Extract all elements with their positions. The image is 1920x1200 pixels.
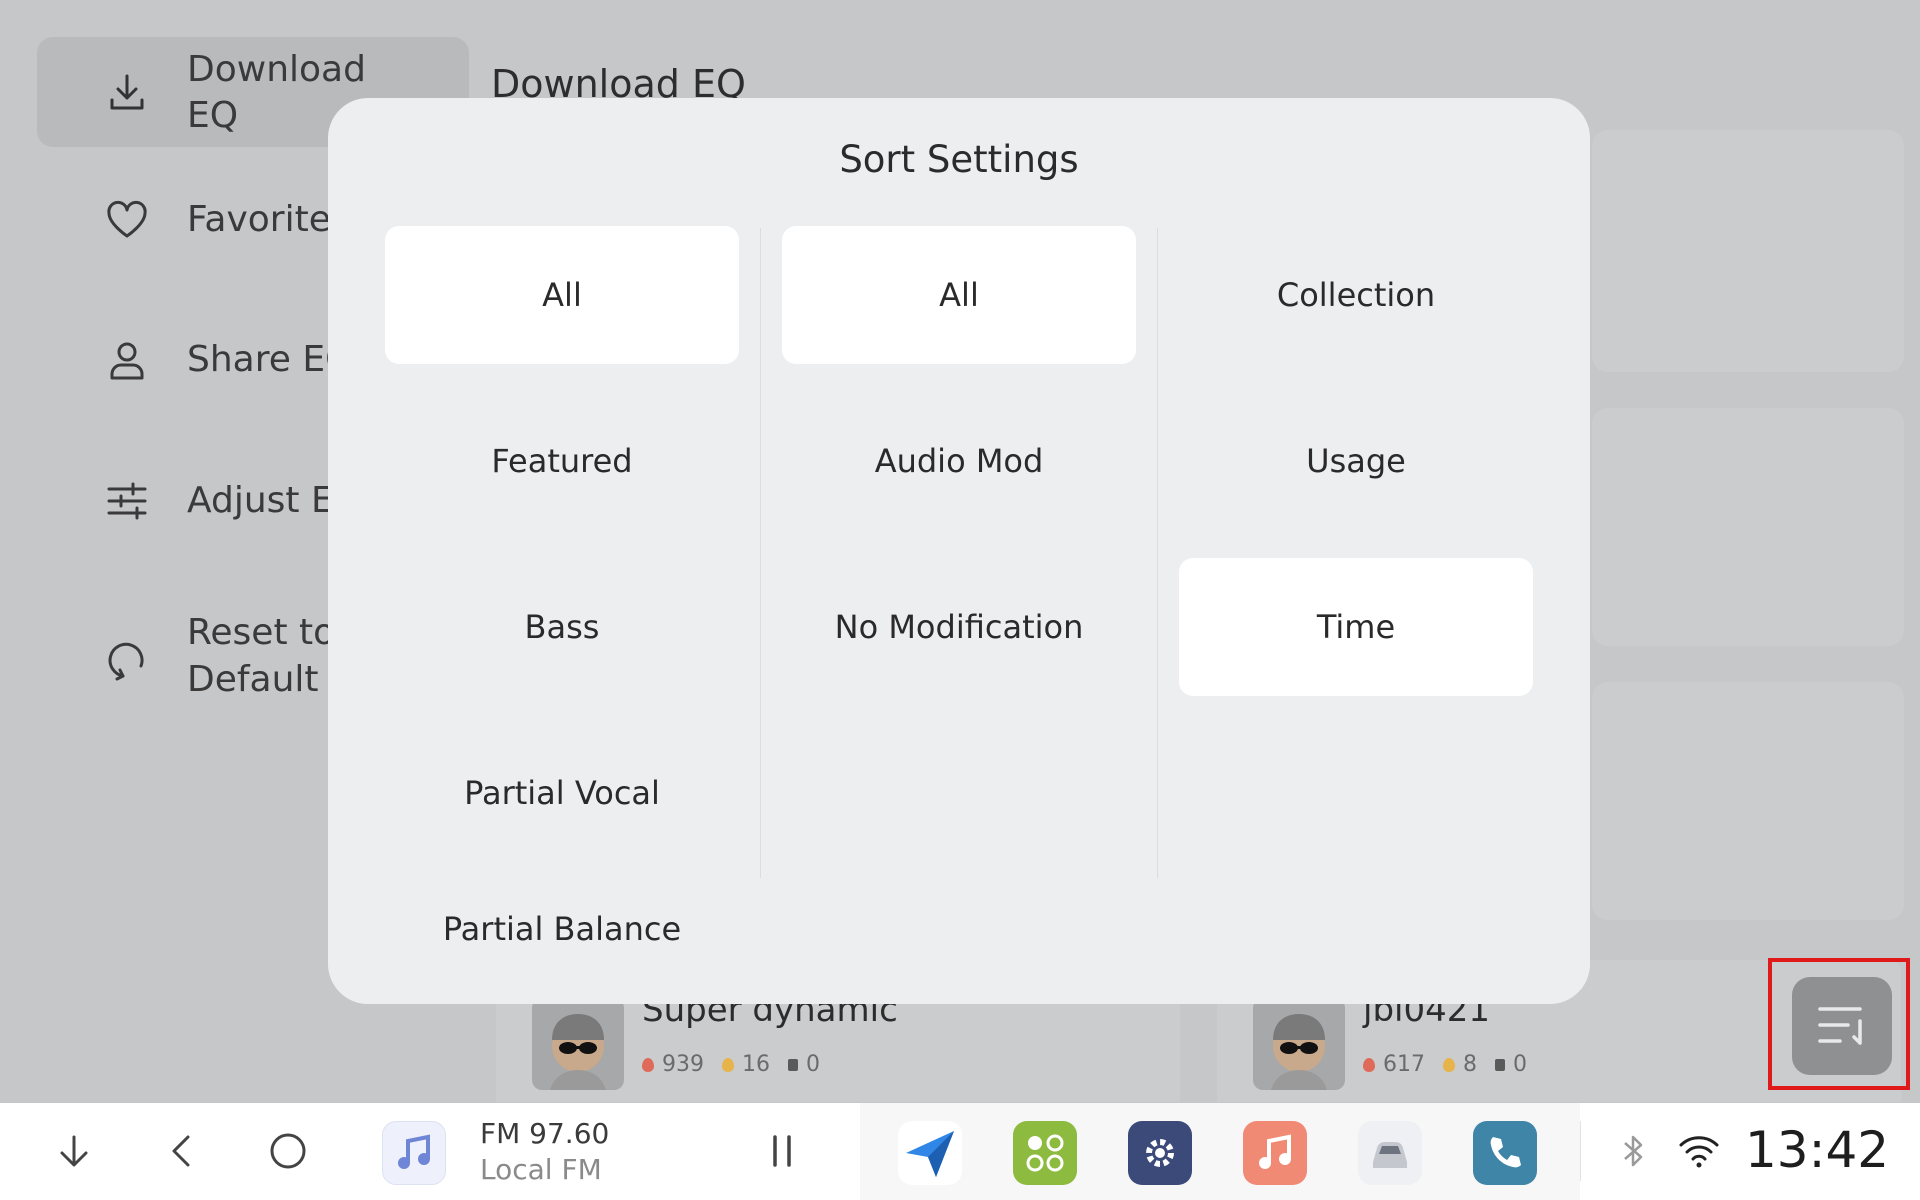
eq-list-card[interactable] bbox=[1592, 130, 1904, 372]
eq-list-card[interactable] bbox=[1592, 408, 1904, 646]
music-app-button[interactable] bbox=[1243, 1121, 1307, 1185]
home-icon bbox=[270, 1133, 306, 1169]
thumbs-down-icon bbox=[788, 1058, 798, 1071]
wifi-status[interactable] bbox=[1673, 1125, 1725, 1177]
sort-settings-dialog: Sort Settings All Featured Bass Partial … bbox=[328, 98, 1590, 1004]
highlight-box bbox=[1768, 958, 1910, 1090]
car-icon bbox=[1373, 1142, 1407, 1168]
user-icon bbox=[110, 342, 144, 380]
dislike-count: 0 bbox=[806, 1052, 820, 1077]
eq-list-card[interactable] bbox=[1592, 682, 1904, 920]
collapse-button[interactable] bbox=[48, 1125, 100, 1177]
eq-stats: 939 16 0 bbox=[642, 1052, 820, 1077]
home-button[interactable] bbox=[262, 1125, 314, 1177]
pause-icon bbox=[773, 1135, 791, 1167]
settings-app-button[interactable] bbox=[1128, 1121, 1192, 1185]
sort-option-bass[interactable]: Bass bbox=[385, 558, 739, 696]
back-icon bbox=[172, 1135, 190, 1167]
thumbs-down-icon bbox=[1495, 1058, 1505, 1071]
bluetooth-status[interactable] bbox=[1608, 1125, 1660, 1177]
taskbar: FM 97.60 Local FM 13:42 bbox=[0, 1103, 1920, 1200]
radio-station-name: Local FM bbox=[480, 1153, 602, 1186]
sidebar-item-label: Reset to Default bbox=[187, 612, 336, 700]
sort-option-all-modification[interactable]: All bbox=[782, 226, 1136, 364]
settings-icon bbox=[1146, 1139, 1174, 1167]
wifi-icon bbox=[1679, 1136, 1719, 1168]
dislike-count: 0 bbox=[1513, 1052, 1527, 1077]
music-note-icon bbox=[398, 1134, 430, 1169]
taskbar-separator bbox=[1580, 1121, 1581, 1181]
bluetooth-icon bbox=[1624, 1135, 1643, 1167]
sort-option-time[interactable]: Time bbox=[1179, 558, 1533, 696]
phone-app-button[interactable] bbox=[1473, 1121, 1537, 1185]
like-count: 8 bbox=[1463, 1052, 1477, 1077]
radio-frequency: FM 97.60 bbox=[480, 1117, 610, 1150]
clock: 13:42 bbox=[1745, 1121, 1890, 1179]
vehicle-app-button[interactable] bbox=[1358, 1121, 1422, 1185]
apps-grid-button[interactable] bbox=[1013, 1121, 1077, 1185]
sliders-icon bbox=[107, 482, 147, 520]
radio-app-button[interactable] bbox=[382, 1121, 446, 1185]
sort-option-collection[interactable]: Collection bbox=[1179, 226, 1533, 364]
hot-count: 617 bbox=[1383, 1052, 1425, 1077]
sort-option-partial-vocal[interactable]: Partial Vocal bbox=[385, 724, 739, 862]
fire-icon bbox=[1363, 1057, 1375, 1072]
chevron-down-icon bbox=[60, 1135, 88, 1167]
eq-stats: 617 8 0 bbox=[1363, 1052, 1527, 1077]
sort-option-audio-mod[interactable]: Audio Mod bbox=[782, 392, 1136, 530]
sort-option-all-category[interactable]: All bbox=[385, 226, 739, 364]
apps-grid-icon bbox=[1026, 1134, 1064, 1172]
sort-option-no-modification[interactable]: No Modification bbox=[782, 558, 1136, 696]
avatar bbox=[1253, 998, 1345, 1090]
avatar bbox=[532, 998, 624, 1090]
navigation-app-button[interactable] bbox=[898, 1121, 962, 1185]
sort-option-usage[interactable]: Usage bbox=[1179, 392, 1533, 530]
reset-icon bbox=[108, 642, 144, 681]
phone-icon bbox=[1490, 1137, 1521, 1168]
sort-option-featured[interactable]: Featured bbox=[385, 392, 739, 530]
music-icon bbox=[1259, 1134, 1291, 1169]
dialog-title: Sort Settings bbox=[839, 138, 1079, 181]
heart-small-icon bbox=[722, 1057, 734, 1072]
hot-count: 939 bbox=[662, 1052, 704, 1077]
column-divider bbox=[1157, 228, 1158, 878]
navigation-icon bbox=[906, 1131, 954, 1177]
like-count: 16 bbox=[742, 1052, 770, 1077]
pause-button[interactable] bbox=[756, 1125, 808, 1177]
back-button[interactable] bbox=[156, 1125, 208, 1177]
sort-option-partial-balance[interactable]: Partial Balance bbox=[385, 890, 739, 970]
sidebar-item-label: Favorite bbox=[187, 199, 331, 240]
column-divider bbox=[760, 228, 761, 878]
heart-icon bbox=[107, 200, 147, 238]
download-icon bbox=[110, 74, 144, 110]
fire-icon bbox=[642, 1057, 654, 1072]
app-dock bbox=[860, 1103, 1580, 1200]
heart-small-icon bbox=[1443, 1057, 1455, 1072]
